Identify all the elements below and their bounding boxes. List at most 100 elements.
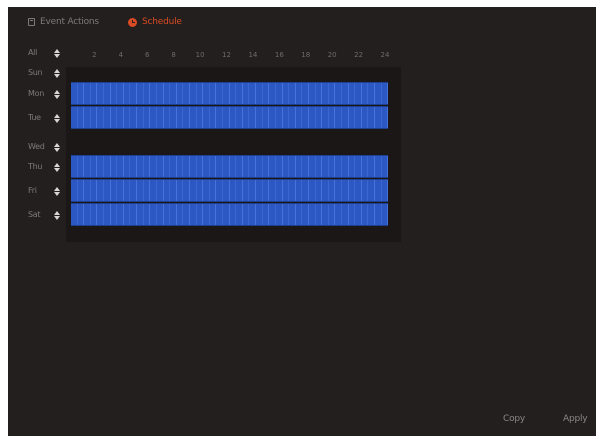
schedule-row-tue[interactable] (71, 106, 389, 129)
time-slot[interactable] (77, 156, 85, 177)
time-slot[interactable] (341, 204, 349, 225)
time-slot[interactable] (90, 83, 98, 104)
time-slot[interactable] (123, 107, 131, 128)
time-slot[interactable] (381, 156, 389, 177)
time-slot[interactable] (262, 204, 270, 225)
time-slot[interactable] (111, 61, 118, 84)
time-slot[interactable] (117, 204, 124, 225)
time-slot[interactable] (137, 204, 144, 225)
time-slot[interactable] (189, 180, 197, 201)
time-slot[interactable] (289, 107, 296, 128)
time-slot[interactable] (282, 180, 290, 201)
time-slot[interactable] (295, 107, 303, 128)
time-slot[interactable] (84, 180, 91, 201)
time-slot[interactable] (189, 107, 197, 128)
time-slot[interactable] (209, 180, 217, 201)
time-slot[interactable] (157, 61, 164, 84)
time-slot[interactable] (104, 204, 111, 225)
time-slot[interactable] (144, 61, 151, 84)
toggle-mon-arrows-icon[interactable] (52, 88, 61, 100)
time-slot[interactable] (249, 61, 256, 84)
time-slot[interactable] (84, 156, 91, 177)
time-slot[interactable] (90, 204, 98, 225)
time-slot[interactable] (368, 83, 376, 104)
time-slot[interactable] (243, 61, 250, 84)
time-slot[interactable] (295, 83, 303, 104)
time-slot[interactable] (78, 61, 85, 84)
time-slot[interactable] (84, 83, 91, 104)
time-slot[interactable] (322, 107, 329, 128)
time-slot[interactable] (137, 180, 144, 201)
time-slot[interactable] (236, 61, 243, 84)
time-slot[interactable] (123, 204, 131, 225)
time-slot[interactable] (256, 180, 263, 201)
time-slot[interactable] (262, 83, 270, 104)
tab-event-actions[interactable]: Event Actions (28, 15, 99, 29)
time-slot[interactable] (289, 204, 296, 225)
time-slot[interactable] (236, 180, 243, 201)
time-slot[interactable] (335, 180, 342, 201)
time-slot[interactable] (156, 156, 164, 177)
tab-schedule[interactable]: Schedule (128, 15, 182, 29)
time-slot[interactable] (150, 204, 157, 225)
time-slot[interactable] (361, 156, 369, 177)
time-slot[interactable] (335, 204, 342, 225)
time-slot[interactable] (276, 61, 283, 84)
time-slot[interactable] (296, 61, 303, 84)
time-slot[interactable] (381, 180, 389, 201)
time-slot[interactable] (242, 156, 250, 177)
time-slot[interactable] (328, 156, 336, 177)
time-slot[interactable] (183, 204, 190, 225)
time-slot[interactable] (117, 180, 124, 201)
time-slot[interactable] (229, 204, 237, 225)
time-slot[interactable] (203, 180, 210, 201)
time-slot[interactable] (375, 156, 382, 177)
time-slot[interactable] (150, 107, 157, 128)
time-slot[interactable] (156, 83, 164, 104)
time-slot[interactable] (110, 204, 118, 225)
time-slot[interactable] (124, 61, 131, 84)
time-slot[interactable] (335, 83, 342, 104)
toggle-tue-arrows-icon[interactable] (52, 112, 61, 124)
time-slot[interactable] (302, 156, 309, 177)
time-slot[interactable] (289, 180, 296, 201)
time-slot[interactable] (196, 83, 204, 104)
time-slot[interactable] (316, 61, 323, 84)
time-slot[interactable] (348, 83, 356, 104)
time-slot[interactable] (189, 156, 197, 177)
time-slot[interactable] (335, 61, 342, 84)
time-slot[interactable] (368, 107, 376, 128)
time-slot[interactable] (104, 107, 111, 128)
time-slot[interactable] (223, 61, 230, 84)
toggle-wed-arrows-icon[interactable] (52, 141, 61, 153)
time-slot[interactable] (269, 107, 276, 128)
time-slot[interactable] (71, 204, 78, 225)
time-slot[interactable] (269, 156, 276, 177)
time-slot[interactable] (209, 156, 217, 177)
time-slot[interactable] (329, 61, 336, 84)
time-slot[interactable] (322, 61, 329, 84)
time-slot[interactable] (150, 156, 157, 177)
time-slot[interactable] (130, 107, 138, 128)
time-slot[interactable] (90, 180, 98, 201)
time-slot[interactable] (242, 180, 250, 201)
time-slot[interactable] (104, 156, 111, 177)
time-slot[interactable] (216, 156, 224, 177)
time-slot[interactable] (236, 83, 243, 104)
time-slot[interactable] (328, 83, 336, 104)
time-slot[interactable] (176, 83, 184, 104)
time-slot[interactable] (203, 204, 210, 225)
time-slot[interactable] (282, 107, 290, 128)
time-slot[interactable] (256, 107, 263, 128)
time-slot[interactable] (117, 156, 124, 177)
time-slot[interactable] (355, 180, 362, 201)
time-slot[interactable] (130, 180, 138, 201)
time-slot[interactable] (216, 107, 224, 128)
time-slot[interactable] (249, 204, 257, 225)
time-slot[interactable] (308, 156, 316, 177)
schedule-row-thu[interactable] (71, 155, 389, 178)
schedule-row-sat[interactable] (71, 203, 389, 226)
time-slot[interactable] (341, 156, 349, 177)
time-slot[interactable] (163, 204, 171, 225)
time-slot[interactable] (110, 180, 118, 201)
